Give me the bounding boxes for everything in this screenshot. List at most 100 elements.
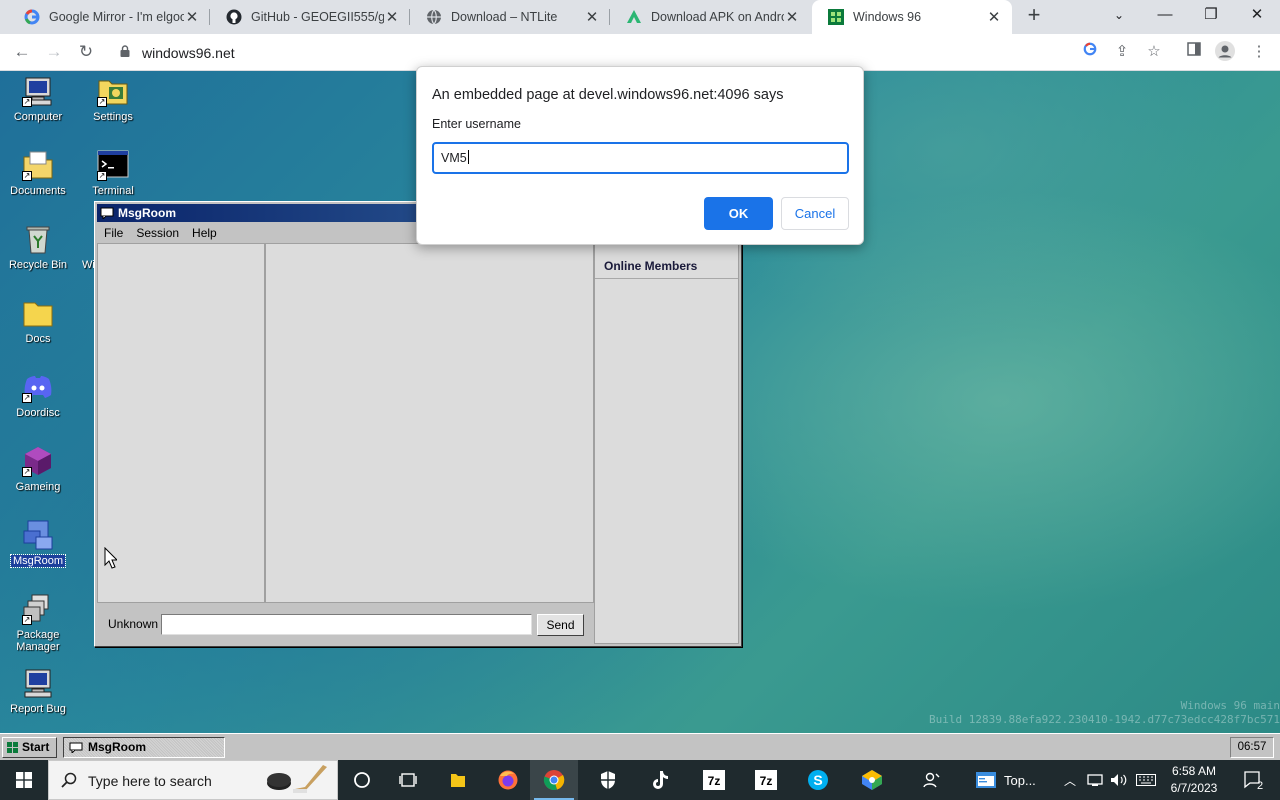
desktop-icon-terminal[interactable]: ↗ Terminal — [75, 149, 151, 197]
chrome-icon[interactable] — [530, 760, 578, 800]
shortcut-arrow-icon: ↗ — [22, 393, 32, 403]
desktop-icon-settings[interactable]: ↗ Settings — [75, 75, 151, 123]
forward-icon[interactable]: → — [42, 40, 66, 64]
shortcut-arrow-icon: ↗ — [22, 171, 32, 181]
close-tab-icon[interactable]: ✕ — [784, 8, 800, 26]
reload-icon[interactable]: ↻ — [74, 40, 98, 64]
desktop-icon-label: Settings — [93, 111, 133, 123]
menu-kebab-icon[interactable]: ⋮ — [1248, 41, 1270, 63]
globe-icon — [426, 9, 442, 25]
task-view-icon[interactable] — [384, 760, 432, 800]
desktop-icon-label: Terminal — [92, 185, 134, 197]
restore-icon[interactable]: ❐ — [1188, 0, 1234, 32]
close-tab-icon[interactable]: ✕ — [584, 8, 600, 26]
w96-task-msgroom[interactable]: MsgRoom — [63, 737, 225, 758]
7zip-icon[interactable]: 7z — [742, 760, 790, 800]
desktop-icon-label: Recycle Bin — [8, 259, 68, 271]
windows-start-button[interactable] — [0, 760, 48, 800]
shortcut-arrow-icon: ↗ — [22, 615, 32, 625]
pinned-window-button[interactable]: Top... — [962, 760, 1042, 800]
address-bar[interactable]: windows96.net — [110, 38, 1170, 67]
desktop-icon-label: Documents — [10, 185, 66, 197]
browser-tab[interactable]: GitHub - GEOEGII555/git.i ✕ — [210, 0, 410, 34]
window-app-icon — [976, 772, 996, 788]
game-cube-icon: ↗ — [22, 445, 54, 477]
firefox-icon[interactable] — [484, 760, 532, 800]
w96-taskbar: Start MsgRoom 06:57 — [0, 733, 1280, 760]
send-button[interactable]: Send — [537, 614, 584, 636]
taskbar-clock[interactable]: 6:58 AM 6/7/2023 — [1164, 763, 1224, 797]
tray-chevron-icon[interactable]: ︿ — [1060, 760, 1080, 800]
room-list-pane[interactable] — [97, 243, 265, 603]
desktop-icon-label: MsgRoom — [9, 554, 67, 568]
chat-bubble-icon — [100, 207, 114, 219]
share-icon[interactable]: ⇪ — [1111, 41, 1133, 63]
desktop-icon-docs[interactable]: Docs — [0, 297, 76, 345]
close-window-icon[interactable]: ✕ — [1234, 0, 1280, 32]
svg-text:7z: 7z — [760, 774, 773, 788]
online-members-pane[interactable]: Online Members — [594, 243, 739, 644]
network-icon[interactable] — [1084, 760, 1106, 800]
menu-help[interactable]: Help — [185, 226, 223, 240]
menu-session[interactable]: Session — [129, 226, 185, 240]
desktop-icon-documents[interactable]: ↗ Documents — [0, 149, 76, 197]
menu-file[interactable]: File — [97, 226, 129, 240]
username-input[interactable]: VM5 — [432, 142, 849, 174]
browser-tab[interactable]: Download APK on Andro ✕ — [610, 0, 810, 34]
taskbar-search-box[interactable]: Type here to search — [48, 760, 338, 800]
tiktok-icon[interactable] — [636, 760, 684, 800]
desktop-icon-recycle-bin[interactable]: Recycle Bin — [0, 223, 76, 271]
desktop-icon-doordisc[interactable]: ↗ Doordisc — [0, 371, 76, 419]
security-shield-icon[interactable] — [584, 760, 632, 800]
desktop-icon-package-manager[interactable]: ↗ Package Manager — [0, 593, 76, 653]
browser-tab[interactable]: Download – NTLite ✕ — [410, 0, 610, 34]
desktop-icon-gameing[interactable]: ↗ Gameing — [0, 445, 76, 493]
search-icon — [61, 772, 77, 788]
start-label: Start — [22, 740, 50, 754]
google-lens-icon[interactable] — [1079, 41, 1101, 63]
github-icon — [226, 9, 242, 25]
file-explorer-icon[interactable] — [434, 760, 482, 800]
close-tab-icon[interactable]: ✕ — [384, 8, 400, 26]
profile-avatar-icon[interactable] — [1214, 41, 1236, 63]
shortcut-arrow-icon: ↗ — [97, 97, 107, 107]
people-icon[interactable] — [908, 760, 956, 800]
browser-tab[interactable]: Google Mirror - I'm elgoo ✕ — [8, 0, 210, 34]
new-tab-icon[interactable]: + — [1022, 4, 1046, 28]
volume-icon[interactable] — [1108, 760, 1130, 800]
mouse-cursor-icon — [104, 547, 117, 569]
close-tab-icon[interactable]: ✕ — [184, 8, 200, 26]
app-hexagon-icon[interactable] — [848, 760, 896, 800]
windows-taskbar: Type here to search 7z 7z S Top... ︿ 6:5… — [0, 760, 1280, 800]
chat-messages-pane[interactable] — [265, 243, 594, 603]
ok-button[interactable]: OK — [704, 197, 773, 230]
message-input[interactable] — [161, 614, 532, 635]
close-tab-icon[interactable]: ✕ — [986, 8, 1002, 26]
tab-search-icon[interactable]: ⌄ — [1096, 0, 1142, 32]
7zip-icon[interactable]: 7z — [690, 760, 738, 800]
build-info-line: Build 12839.88efa922.230410-1942.d77c73e… — [929, 713, 1280, 726]
cancel-button[interactable]: Cancel — [781, 197, 849, 230]
lock-icon[interactable] — [120, 45, 130, 57]
build-info: Windows 96 main Build 12839.88efa922.230… — [929, 699, 1280, 727]
side-panel-icon[interactable] — [1183, 41, 1205, 63]
msgroom-window: MsgRoom File Session Help Online Members… — [94, 201, 742, 647]
skype-icon[interactable]: S — [794, 760, 842, 800]
desktop-icon-msgroom[interactable]: MsgRoom — [0, 519, 76, 568]
task-label: MsgRoom — [88, 740, 146, 754]
google-icon — [24, 9, 40, 25]
browser-tab-active[interactable]: Windows 96 ✕ — [812, 0, 1012, 34]
keyboard-icon[interactable] — [1134, 760, 1158, 800]
notification-count-badge: 2 — [1257, 780, 1264, 792]
notification-center-icon[interactable]: 2 — [1234, 760, 1274, 800]
w96-start-button[interactable]: Start — [2, 737, 57, 758]
bookmark-star-icon[interactable]: ☆ — [1143, 41, 1165, 63]
tab-title: Windows 96 — [853, 10, 922, 24]
desktop-icon-computer[interactable]: ↗ Computer — [0, 75, 76, 123]
back-icon[interactable]: ← — [10, 40, 34, 64]
tab-title: GitHub - GEOEGII555/git.i — [251, 10, 384, 24]
tab-title: Download APK on Andro — [651, 10, 784, 24]
desktop-icon-report-bug[interactable]: Report Bug — [0, 667, 76, 715]
minimize-icon[interactable]: — — [1142, 0, 1188, 32]
cortana-icon[interactable] — [338, 760, 386, 800]
